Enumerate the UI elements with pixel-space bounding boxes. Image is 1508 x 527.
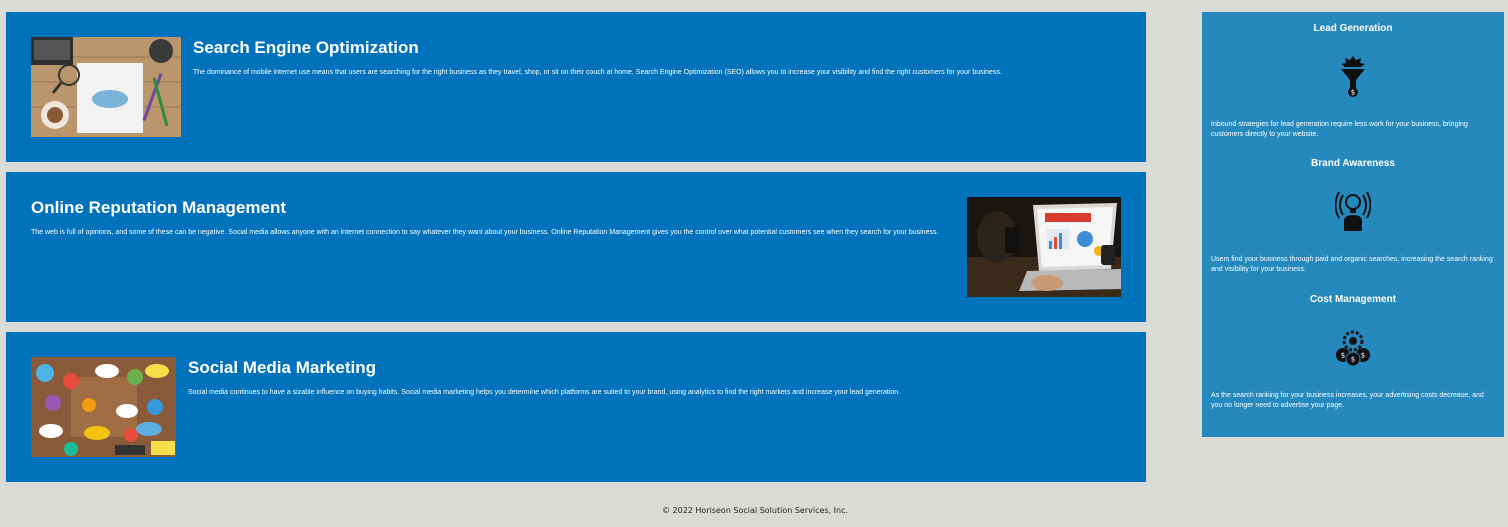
seo-image: [31, 37, 181, 137]
lead-generation-description: Inbound strategies for lead generation r…: [1211, 121, 1468, 138]
cost-management-title: Cost Management: [1309, 294, 1397, 305]
seo-description: The dominance of mobile internet use mea…: [193, 69, 1002, 76]
online-reputation-description: The web is full of opinions, and some of…: [31, 229, 939, 236]
social-media-title: Social Media Marketing: [188, 358, 376, 377]
cost-management-description: As the search ranking for your business …: [1211, 392, 1484, 409]
copyright-text: © 2022 Horiseon Social Solution Services…: [661, 506, 849, 515]
social-media-section: Social Media Marketing Social media cont…: [6, 332, 1146, 482]
lead-generation-icon: $: [1335, 54, 1371, 98]
online-reputation-image: [967, 197, 1121, 297]
benefits-sidebar: Lead Generation $ Inbound strategies for…: [1202, 12, 1504, 437]
svg-text:$: $: [1361, 352, 1365, 360]
footer: © 2022 Horiseon Social Solution Services…: [0, 506, 1508, 515]
svg-text:$: $: [1351, 89, 1355, 97]
svg-text:$: $: [1351, 356, 1355, 364]
seo-section: Search Engine Optimization The dominance…: [6, 12, 1146, 162]
lead-generation-title: Lead Generation: [1313, 23, 1393, 34]
brand-awareness-description: Users find your business through paid an…: [1211, 256, 1493, 273]
benefit-brand-awareness: Brand Awareness Users find your business…: [1211, 157, 1495, 289]
social-media-description: Social media continues to have a sizable…: [188, 389, 901, 396]
online-reputation-title: Online Reputation Management: [31, 198, 287, 217]
social-media-image: [31, 357, 176, 457]
seo-title: Search Engine Optimization: [193, 38, 419, 57]
svg-text:$: $: [1341, 352, 1345, 360]
page: Search Engine Optimization The dominance…: [0, 0, 1508, 527]
brand-awareness-title: Brand Awareness: [1311, 158, 1395, 169]
cost-management-icon: $ $ $: [1335, 325, 1371, 369]
online-reputation-section: Online Reputation Management The web is …: [6, 172, 1146, 322]
benefit-cost-management: Cost Management $ $ $ As the search rank…: [1211, 293, 1495, 425]
benefit-lead-generation: Lead Generation $ Inbound strategies for…: [1211, 22, 1495, 154]
brand-awareness-icon: [1334, 189, 1372, 233]
